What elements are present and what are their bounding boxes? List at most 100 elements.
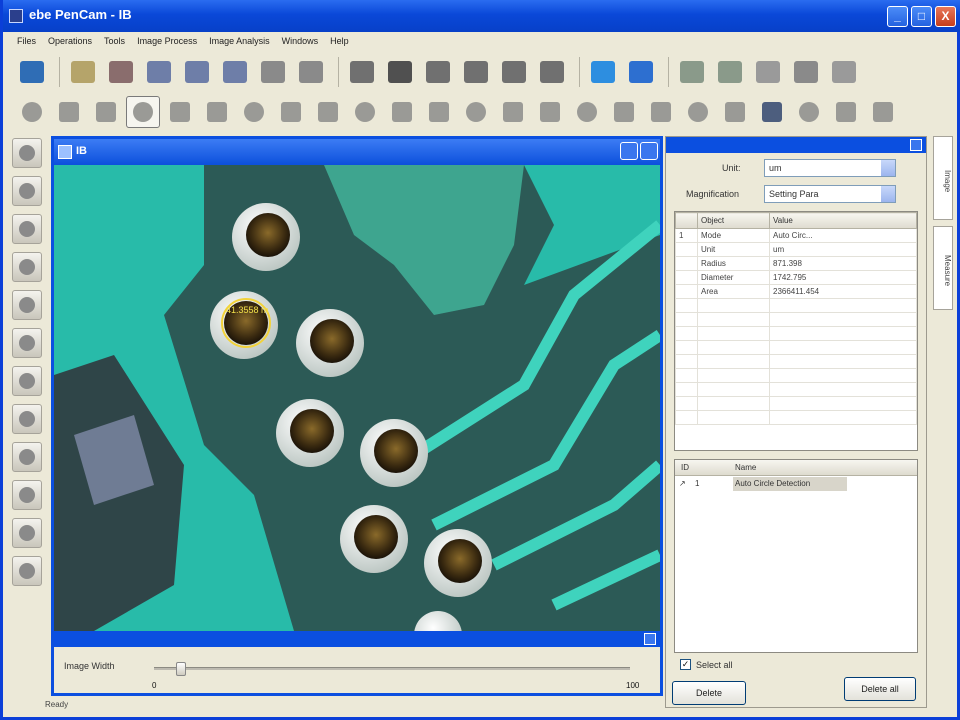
tool-frame-button[interactable] xyxy=(12,252,42,282)
table-row[interactable] xyxy=(675,340,917,355)
tool-brush-button[interactable] xyxy=(12,518,42,548)
eraser-tool-button[interactable] xyxy=(15,96,49,128)
menu-operations[interactable]: Operations xyxy=(42,32,98,50)
diamond-tool-button[interactable] xyxy=(866,96,900,128)
table-row[interactable] xyxy=(675,312,917,327)
chevron-down-icon[interactable] xyxy=(881,186,895,202)
tool-hand-button[interactable] xyxy=(12,404,42,434)
grid-tool-button[interactable] xyxy=(237,96,271,128)
zoom-out-button[interactable] xyxy=(713,56,747,88)
measurement-panel-close-button[interactable] xyxy=(910,139,922,151)
dot-tool-button[interactable] xyxy=(496,96,530,128)
parallel-tool-button[interactable] xyxy=(718,96,752,128)
table-row[interactable] xyxy=(675,368,917,383)
tool-triangle-button[interactable] xyxy=(12,480,42,510)
table-row[interactable]: Unit um xyxy=(675,242,917,257)
record-button[interactable] xyxy=(497,56,531,88)
save-as-button[interactable] xyxy=(180,56,214,88)
tool-pointer-button[interactable] xyxy=(12,366,42,396)
dock-tab-image[interactable]: Image xyxy=(933,136,953,220)
polyline-tool-button[interactable] xyxy=(459,96,493,128)
cross-lines-tool-button[interactable] xyxy=(681,96,715,128)
image-window-title-bar[interactable]: IB xyxy=(54,139,660,165)
magnification-select[interactable]: Setting Para xyxy=(764,185,896,203)
magnifier-tool-button[interactable] xyxy=(274,96,308,128)
tool-stack-button[interactable] xyxy=(12,442,42,472)
close-button[interactable]: X xyxy=(935,6,956,27)
pcb-image-viewport[interactable]: 41.3558 m xyxy=(54,165,660,631)
film-button[interactable] xyxy=(535,56,569,88)
tool-layers-button[interactable] xyxy=(12,214,42,244)
contrast-tool-button[interactable] xyxy=(792,96,826,128)
fit-window-button[interactable] xyxy=(459,56,493,88)
select-all-checkbox[interactable]: ✓ xyxy=(680,659,691,670)
image-window-close-button[interactable] xyxy=(640,142,658,160)
target-circle-tool-button[interactable] xyxy=(126,96,160,128)
stack-button[interactable] xyxy=(827,56,861,88)
table-row[interactable] xyxy=(675,382,917,397)
table-row[interactable] xyxy=(675,298,917,313)
open-folder-button[interactable] xyxy=(66,56,100,88)
perpendicular-tool-button[interactable] xyxy=(570,96,604,128)
table-row[interactable]: Area 2366411.454 xyxy=(675,284,917,299)
delete-all-button[interactable]: Delete all xyxy=(844,677,916,701)
grid-header-value[interactable]: Value xyxy=(769,212,917,229)
table-row[interactable]: Radius 871.398 xyxy=(675,256,917,271)
arc-tool-button[interactable] xyxy=(422,96,456,128)
menu-image-analysis[interactable]: Image Analysis xyxy=(203,32,276,50)
save-all-button[interactable] xyxy=(218,56,252,88)
tool-half-circle-button[interactable] xyxy=(12,176,42,206)
capture-button[interactable] xyxy=(256,56,290,88)
table-row[interactable] xyxy=(675,410,917,425)
monitor-button[interactable] xyxy=(15,56,49,88)
circle-tool-button[interactable] xyxy=(89,96,123,128)
line-tool-button[interactable] xyxy=(311,96,345,128)
image-window-restore-button[interactable] xyxy=(620,142,638,160)
report-tool-button[interactable] xyxy=(829,96,863,128)
tool-camera-button[interactable] xyxy=(12,138,42,168)
zoom-in-button[interactable] xyxy=(675,56,709,88)
sphere-tool-button[interactable] xyxy=(607,96,641,128)
play-button[interactable] xyxy=(345,56,379,88)
menu-help[interactable]: Help xyxy=(324,32,355,50)
zoom-slider-thumb[interactable] xyxy=(176,662,186,676)
panel-toggle-button[interactable] xyxy=(644,633,656,645)
menu-files[interactable]: Files xyxy=(11,32,42,50)
table-row[interactable]: 1 Mode Auto Circ... xyxy=(675,228,917,243)
ellipse-tool-button[interactable] xyxy=(385,96,419,128)
dock-tab-measure[interactable]: Measure xyxy=(933,226,953,310)
particles-tool-button[interactable] xyxy=(200,96,234,128)
stop-button[interactable] xyxy=(421,56,455,88)
unit-select[interactable]: um xyxy=(764,159,896,177)
print-button[interactable] xyxy=(294,56,328,88)
tool-dome-button[interactable] xyxy=(12,556,42,586)
pause-button[interactable] xyxy=(383,56,417,88)
wand-tool-button[interactable] xyxy=(163,96,197,128)
tool-palette-button[interactable] xyxy=(12,328,42,358)
table-row[interactable] xyxy=(675,354,917,369)
menu-tools[interactable]: Tools xyxy=(98,32,131,50)
minimize-button[interactable]: _ xyxy=(887,6,908,27)
tool-settings-button[interactable] xyxy=(12,290,42,320)
menu-image-process[interactable]: Image Process xyxy=(131,32,203,50)
maximize-button[interactable]: □ xyxy=(911,6,932,27)
point-to-point-tool-button[interactable] xyxy=(533,96,567,128)
list-header-name[interactable]: Name xyxy=(735,463,756,472)
delete-button[interactable]: Delete xyxy=(672,681,746,705)
rectangle-tool-button[interactable] xyxy=(348,96,382,128)
title-bar[interactable]: ebe PenCam - IB _ □ X xyxy=(3,0,960,32)
chevron-down-icon[interactable] xyxy=(881,160,895,176)
list-item[interactable]: ↗ 1 Auto Circle Detection xyxy=(675,476,917,492)
angle-tool-button[interactable] xyxy=(52,96,86,128)
list-header-id[interactable]: ID xyxy=(681,463,689,472)
calibrate-button[interactable] xyxy=(751,56,785,88)
save-button[interactable] xyxy=(142,56,176,88)
text-tool-tool-button[interactable] xyxy=(755,96,789,128)
angle-measure-tool-button[interactable] xyxy=(644,96,678,128)
network-button[interactable] xyxy=(104,56,138,88)
forward-arrow-button[interactable] xyxy=(586,56,620,88)
grid-header-object[interactable]: Object xyxy=(697,212,770,229)
undo-button[interactable] xyxy=(624,56,658,88)
puzzle-button[interactable] xyxy=(789,56,823,88)
menu-windows[interactable]: Windows xyxy=(276,32,325,50)
